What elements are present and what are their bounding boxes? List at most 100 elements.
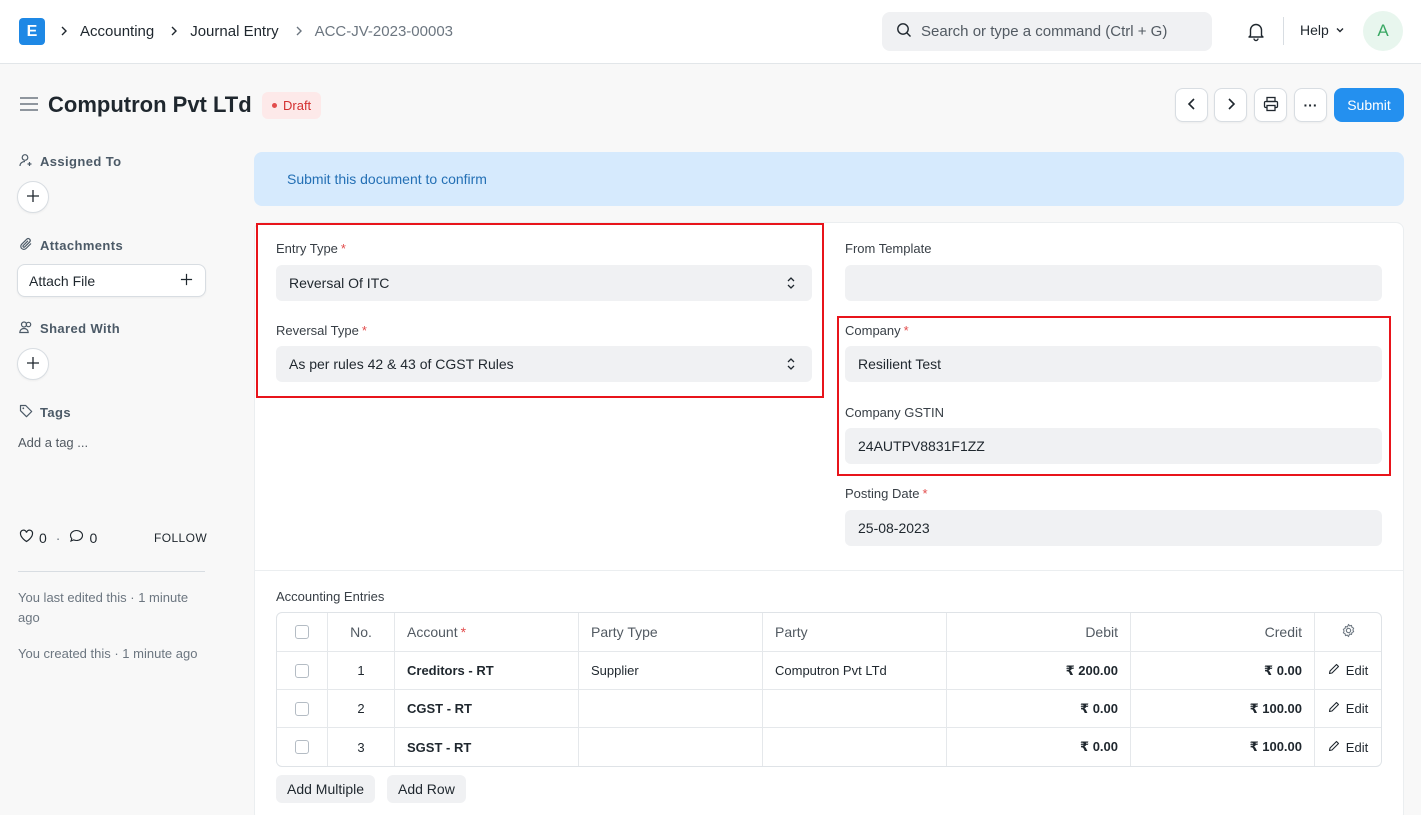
chevron-right-icon — [58, 25, 70, 37]
status-dot — [272, 103, 277, 108]
attach-file-label: Attach File — [29, 272, 96, 289]
col-party: Party — [763, 613, 947, 651]
row-select-cell — [277, 728, 328, 766]
row-party[interactable] — [763, 690, 947, 727]
print-button[interactable] — [1254, 88, 1287, 122]
table-row[interactable]: 1 Creditors - RT Supplier Computron Pvt … — [277, 652, 1381, 690]
row-credit[interactable]: ₹ 100.00 — [1131, 690, 1315, 727]
row-party-type[interactable] — [579, 690, 763, 727]
row-credit[interactable]: ₹ 0.00 — [1131, 652, 1315, 689]
row-account[interactable]: CGST - RT — [395, 690, 579, 727]
row-edit-button[interactable]: Edit — [1315, 728, 1381, 766]
add-assignee-button[interactable] — [17, 181, 49, 213]
engagement-counts: 0 · 0 — [19, 529, 97, 546]
chevron-down-icon — [1329, 22, 1345, 38]
pencil-icon — [1328, 701, 1346, 716]
plus-icon — [26, 189, 40, 206]
posting-date-input[interactable]: 25-08-2023 — [845, 510, 1382, 546]
next-doc-button[interactable] — [1214, 88, 1247, 122]
tags-label: Tags — [19, 404, 71, 421]
submit-button[interactable]: Submit — [1334, 88, 1404, 122]
row-checkbox[interactable] — [295, 701, 309, 716]
created-note: You created this · 1 minute ago — [18, 646, 198, 661]
row-edit-button[interactable]: Edit — [1315, 652, 1381, 689]
users-icon — [19, 320, 40, 337]
row-checkbox[interactable] — [295, 663, 309, 678]
chevron-left-icon — [1185, 97, 1199, 114]
more-actions-button[interactable]: ··· — [1294, 88, 1327, 122]
user-add-icon — [19, 153, 40, 170]
search-icon — [896, 22, 921, 42]
search-input[interactable]: Search or type a command (Ctrl + G) — [882, 12, 1212, 51]
add-tag-link[interactable]: Add a tag ... — [18, 435, 88, 450]
previous-doc-button[interactable] — [1175, 88, 1208, 122]
plus-icon — [180, 273, 193, 289]
from-template-input[interactable] — [845, 265, 1382, 301]
row-debit[interactable]: ₹ 0.00 — [947, 690, 1131, 727]
comment-icon[interactable] — [69, 529, 84, 546]
col-no: No. — [328, 613, 395, 651]
row-party-type[interactable] — [579, 728, 763, 766]
select-all-cell — [277, 613, 328, 651]
tag-icon — [19, 404, 40, 421]
attach-file-button[interactable]: Attach File — [17, 264, 206, 297]
follow-button[interactable]: FOLLOW — [154, 531, 207, 545]
menu-icon[interactable] — [20, 97, 38, 111]
breadcrumb-current-doc[interactable]: ACC-JV-2023-00003 — [315, 23, 453, 40]
avatar[interactable]: A — [1363, 11, 1403, 51]
row-credit[interactable]: ₹ 100.00 — [1131, 728, 1315, 766]
chevron-right-icon — [168, 25, 180, 37]
select-all-checkbox[interactable] — [295, 625, 309, 639]
chevron-right-icon — [1224, 97, 1238, 114]
col-debit: Debit — [947, 613, 1131, 651]
breadcrumb-journal-entry[interactable]: Journal Entry — [190, 23, 278, 40]
add-share-button[interactable] — [17, 348, 49, 380]
chevron-right-icon — [293, 25, 305, 37]
row-debit[interactable]: ₹ 200.00 — [947, 652, 1131, 689]
navbar-divider — [1283, 17, 1284, 45]
row-party-type[interactable]: Supplier — [579, 652, 763, 689]
table-row[interactable]: 3 SGST - RT ₹ 0.00 ₹ 100.00 Edit — [277, 728, 1381, 766]
heart-icon[interactable] — [19, 529, 34, 546]
shared-with-label: Shared With — [19, 320, 120, 337]
accounting-entries-title: Accounting Entries — [276, 589, 385, 604]
pencil-icon — [1328, 663, 1346, 678]
bell-icon[interactable] — [1245, 20, 1267, 42]
column-settings-button[interactable] — [1315, 613, 1381, 651]
row-party[interactable]: Computron Pvt LTd — [763, 652, 947, 689]
col-credit: Credit — [1131, 613, 1315, 651]
attachments-label: Attachments — [19, 237, 123, 254]
col-party-type: Party Type — [579, 613, 763, 651]
help-label: Help — [1300, 22, 1329, 38]
comments-count: 0 — [89, 529, 98, 546]
status-label: Draft — [283, 98, 312, 113]
submit-alert: Submit this document to confirm — [254, 152, 1404, 206]
row-no: 2 — [328, 690, 395, 727]
add-multiple-button[interactable]: Add Multiple — [276, 775, 376, 803]
sidebar-divider — [18, 571, 205, 572]
printer-icon — [1263, 96, 1279, 115]
row-no: 3 — [328, 728, 395, 766]
row-no: 1 — [328, 652, 395, 689]
row-account[interactable]: Creditors - RT — [395, 652, 579, 689]
breadcrumb-accounting[interactable]: Accounting — [80, 23, 154, 40]
row-party[interactable] — [763, 728, 947, 766]
add-row-button[interactable]: Add Row — [387, 775, 466, 803]
gear-icon — [1341, 623, 1356, 641]
status-badge: Draft — [262, 92, 322, 119]
table-row[interactable]: 2 CGST - RT ₹ 0.00 ₹ 100.00 Edit — [277, 690, 1381, 728]
row-debit[interactable]: ₹ 0.00 — [947, 728, 1131, 766]
attachments-text: Attachments — [40, 238, 124, 253]
table-header: No. Account * Party Type Party Debit Cred… — [277, 613, 1381, 652]
row-edit-button[interactable]: Edit — [1315, 690, 1381, 727]
plus-icon — [26, 356, 40, 373]
row-checkbox[interactable] — [295, 740, 309, 754]
highlight-box-company — [837, 316, 1391, 476]
row-account[interactable]: SGST - RT — [395, 728, 579, 766]
separator-dot: · — [55, 529, 61, 546]
help-dropdown[interactable]: Help — [1300, 22, 1345, 38]
likes-count: 0 — [39, 529, 47, 546]
accounting-entries-table: No. Account * Party Type Party Debit Cred… — [276, 612, 1382, 767]
app-logo[interactable]: E — [19, 18, 45, 45]
pencil-icon — [1328, 740, 1346, 755]
